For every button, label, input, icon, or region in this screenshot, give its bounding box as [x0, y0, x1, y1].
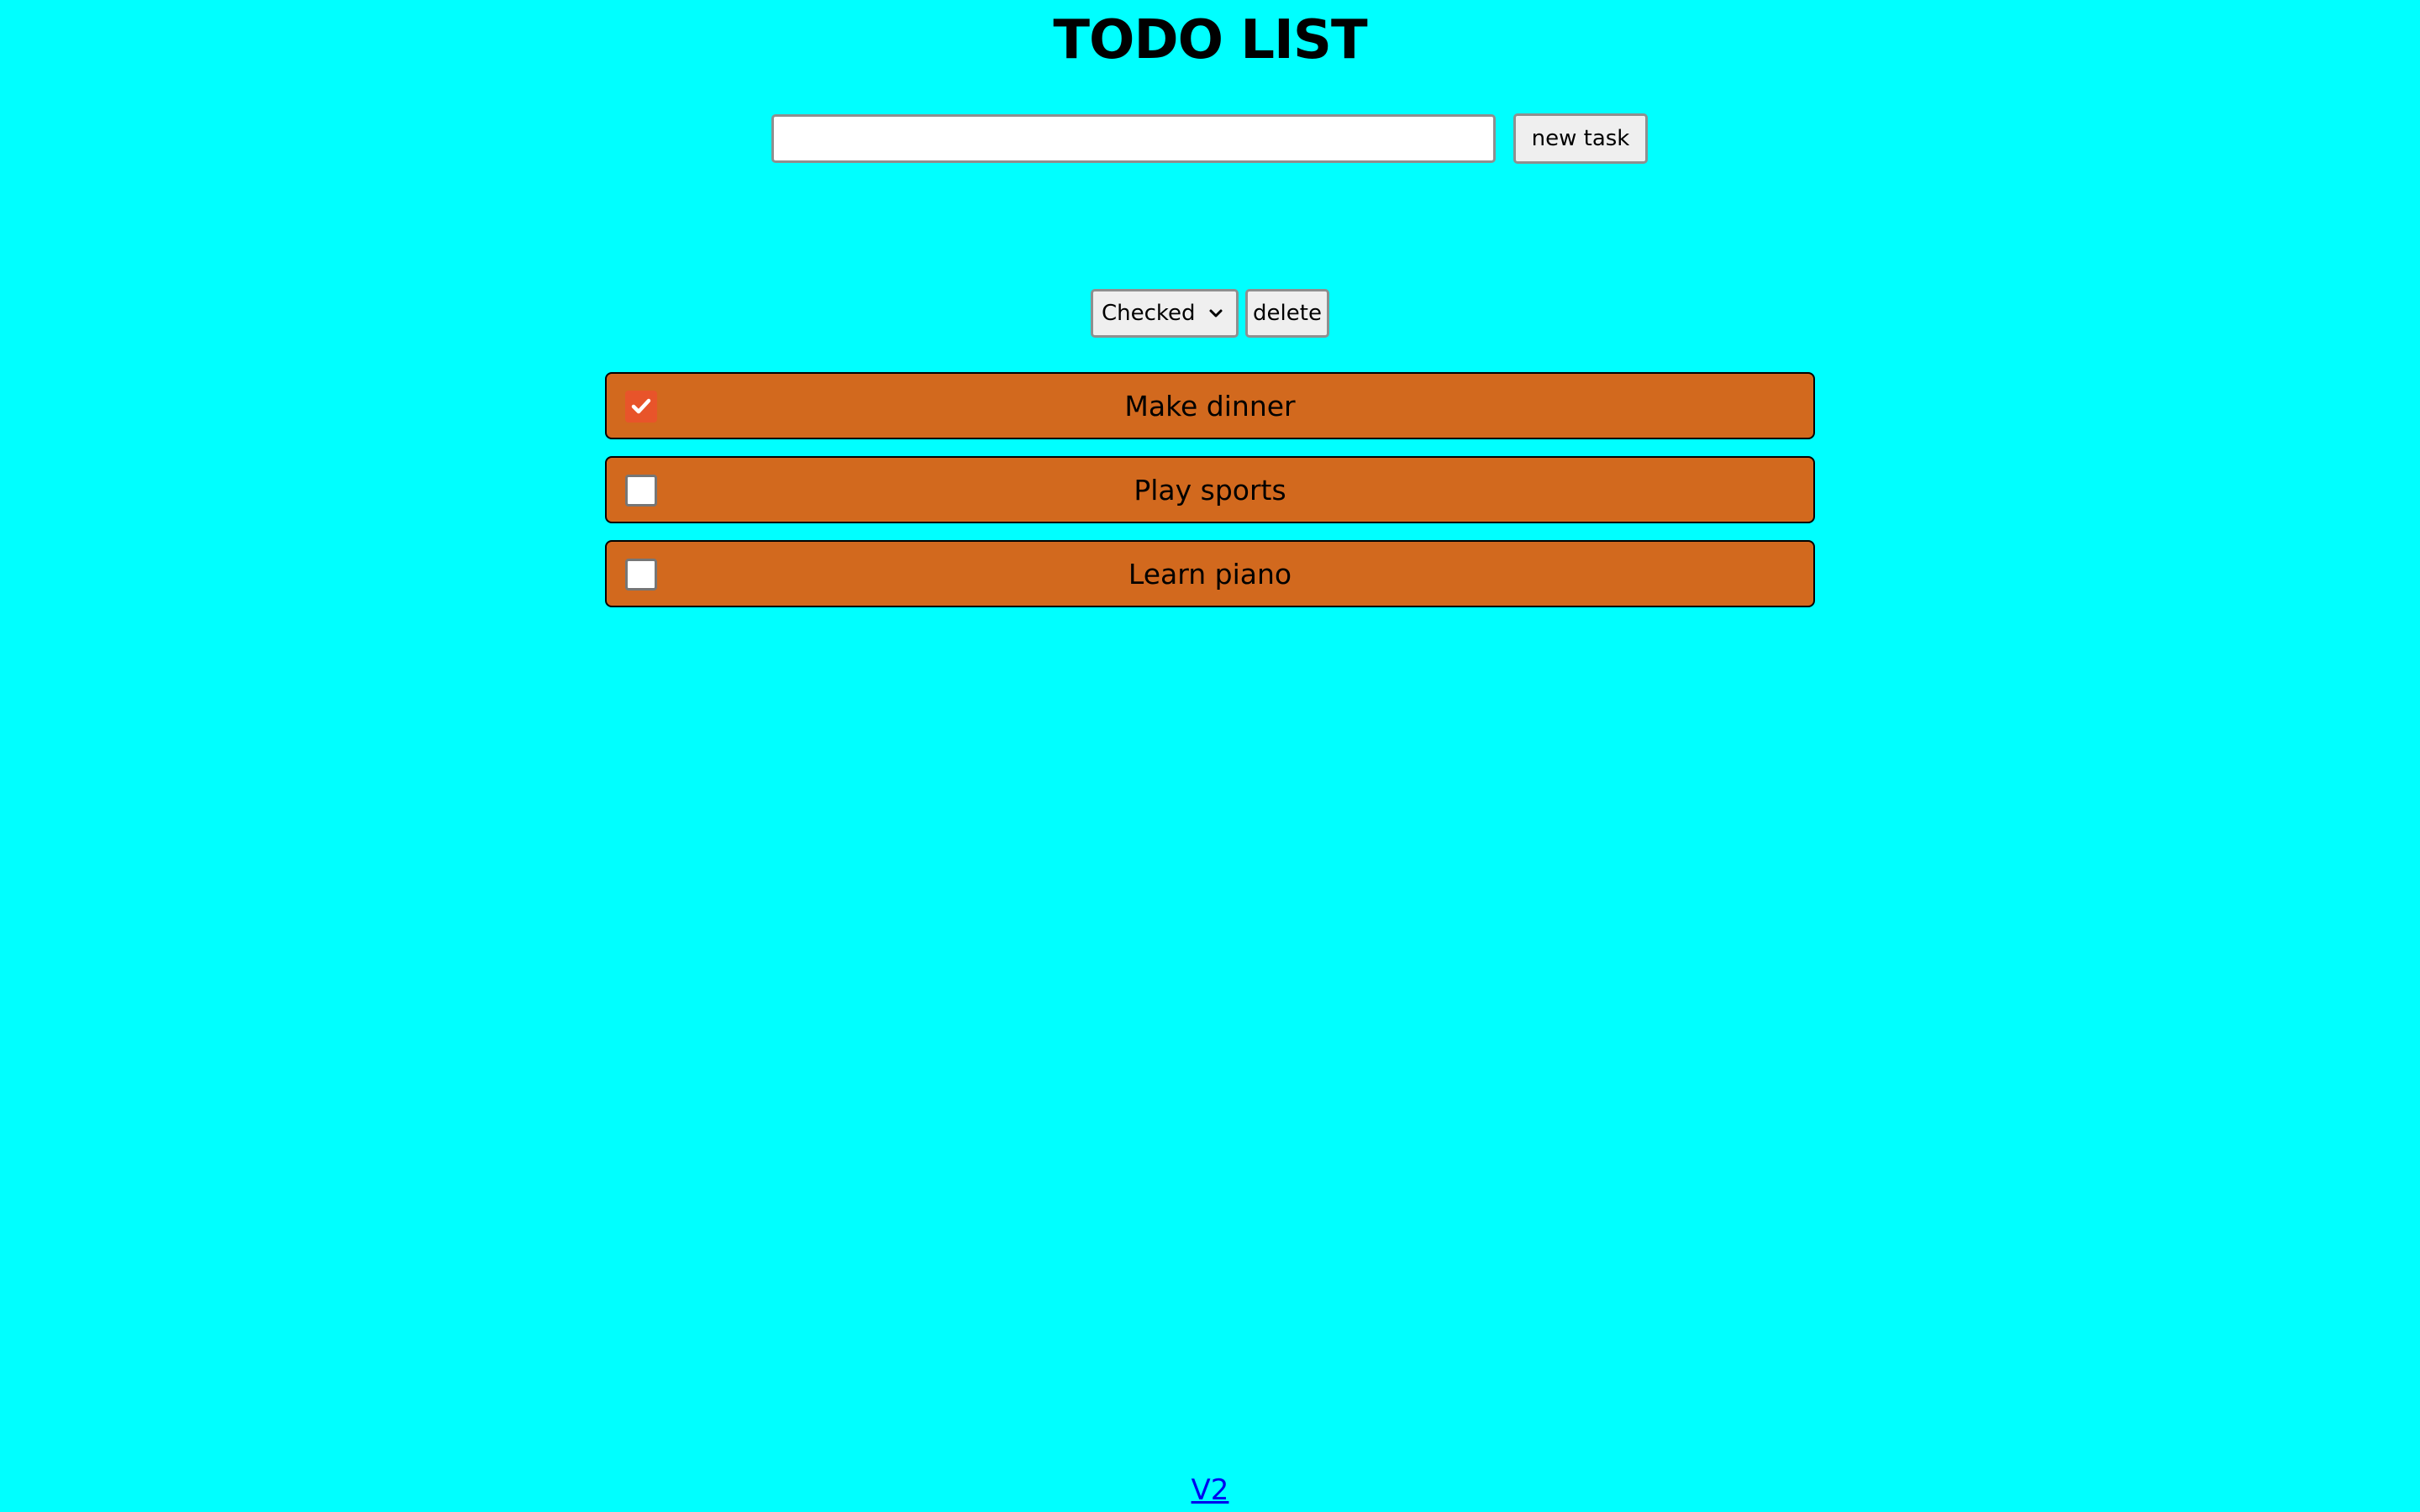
todo-label: Learn piano	[1128, 557, 1292, 591]
todo-checkbox[interactable]	[625, 475, 657, 507]
todo-page: TODO LIST new task Checked delete Make d…	[0, 0, 2420, 1512]
filter-selected-value: Checked	[1102, 301, 1196, 326]
todo-checkbox[interactable]	[625, 559, 657, 591]
version-link[interactable]: V2	[1192, 1473, 1229, 1507]
new-task-input[interactable]	[771, 114, 1496, 163]
todo-checkbox[interactable]	[625, 391, 657, 423]
checkmark-icon	[631, 398, 651, 414]
todo-item-play-sports: Play sports	[605, 456, 1815, 523]
todo-item-make-dinner: Make dinner	[605, 372, 1815, 439]
todo-label: Play sports	[1134, 473, 1286, 507]
todo-item-learn-piano: Learn piano	[605, 540, 1815, 607]
chevron-down-icon	[1209, 309, 1223, 318]
new-task-button[interactable]: new task	[1513, 113, 1648, 164]
footer: V2	[0, 1472, 2420, 1509]
delete-button[interactable]: delete	[1245, 289, 1329, 338]
page-title: TODO LIST	[1053, 9, 1367, 71]
filter-select[interactable]: Checked	[1091, 289, 1239, 338]
todo-label: Make dinner	[1124, 389, 1296, 423]
